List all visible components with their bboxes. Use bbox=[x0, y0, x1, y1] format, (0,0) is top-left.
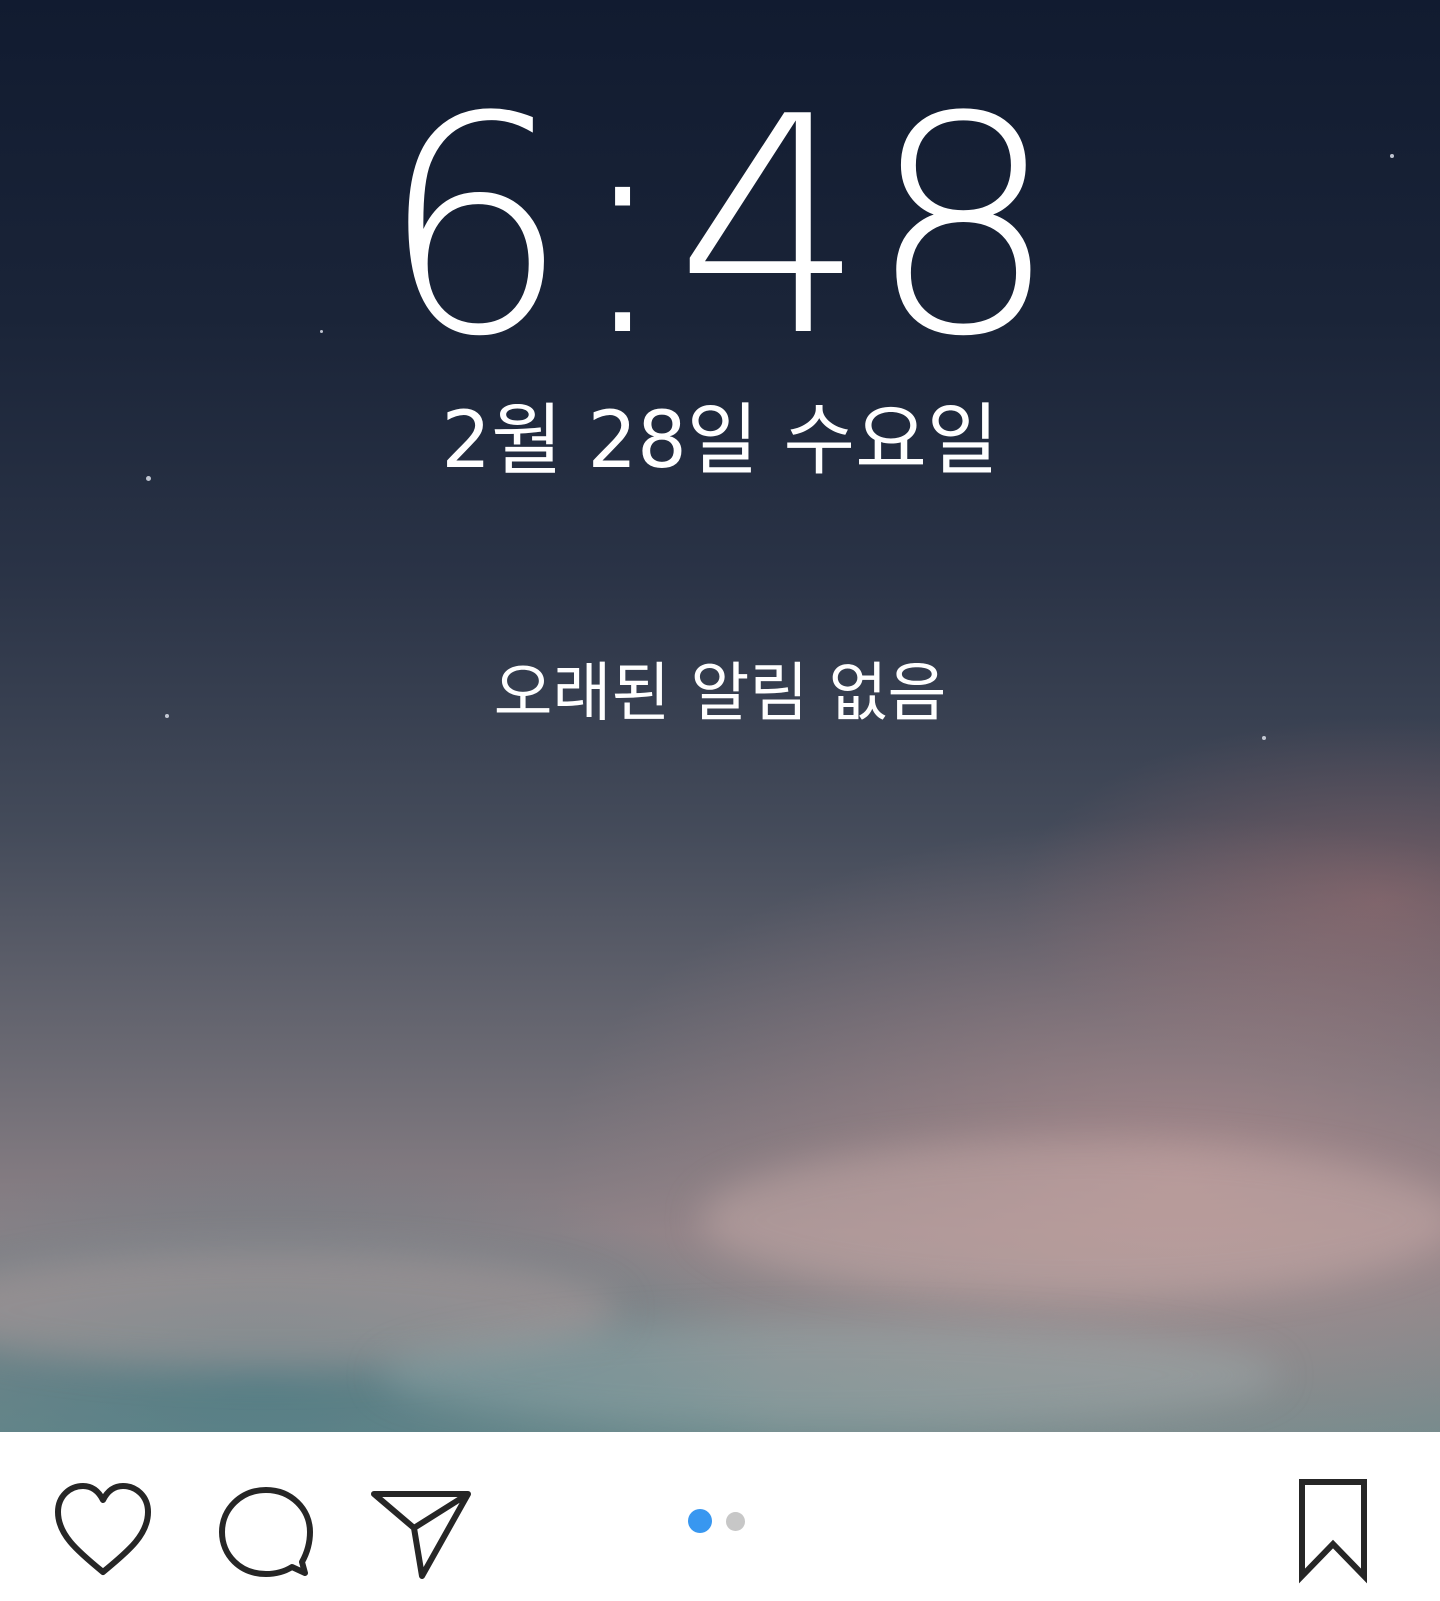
carousel-dot-active bbox=[688, 1509, 712, 1533]
carousel-dot bbox=[726, 1511, 745, 1531]
lockscreen-date: 2월 28일 수요일 bbox=[441, 396, 999, 486]
cloud-wisp bbox=[700, 1140, 1440, 1300]
cloud-wisp bbox=[380, 1320, 1280, 1430]
carousel-indicator bbox=[688, 1508, 745, 1534]
heart-icon bbox=[55, 1483, 151, 1575]
speech-bubble-icon bbox=[219, 1487, 313, 1577]
post-image[interactable]: 6:48 2월 28일 수요일 오래된 알림 없음 bbox=[0, 0, 1440, 1432]
save-button[interactable] bbox=[1280, 1474, 1370, 1584]
like-button[interactable] bbox=[48, 1474, 158, 1584]
comment-button[interactable] bbox=[210, 1474, 320, 1584]
notification-status: 오래된 알림 없음 bbox=[493, 657, 947, 731]
lockscreen-time: 6:48 bbox=[379, 53, 1061, 402]
share-button[interactable] bbox=[368, 1474, 478, 1584]
star bbox=[1262, 736, 1266, 740]
bookmark-icon bbox=[1299, 1479, 1367, 1584]
paper-plane-icon bbox=[371, 1491, 471, 1579]
